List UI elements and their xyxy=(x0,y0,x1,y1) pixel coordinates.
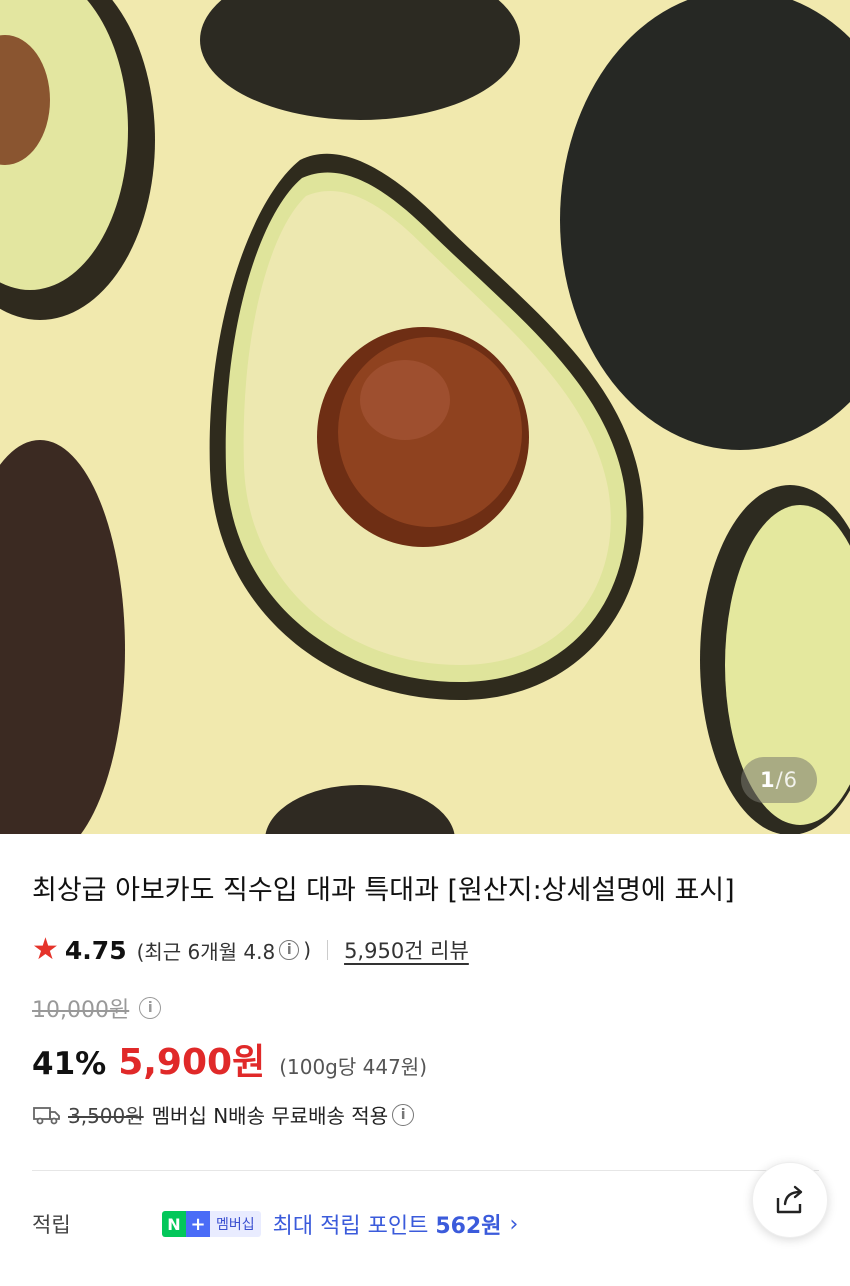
divider xyxy=(32,1170,819,1171)
image-page-indicator: 1 / 6 xyxy=(741,757,817,803)
rating-row: ★ 4.75 (최근 6개월 4.8 i ) 5,950건 리뷰 xyxy=(32,932,469,968)
recent-rating: (최근 6개월 4.8 i ) xyxy=(137,936,311,965)
product-title: 최상급 아보카도 직수입 대과 특대과 [원산지:상세설명에 표시] xyxy=(32,875,735,906)
sale-price: 5,900원 xyxy=(118,1042,266,1083)
total-image-count: 6 xyxy=(783,768,799,792)
star-icon: ★ xyxy=(32,932,59,967)
recent-rating-close: ) xyxy=(303,938,312,962)
badge-plus: + xyxy=(186,1211,210,1237)
info-icon[interactable]: i xyxy=(139,997,162,1019)
original-price: 10,000원 xyxy=(32,998,130,1023)
discount-rate: 41% xyxy=(32,1046,107,1082)
badge-n: N xyxy=(162,1211,186,1237)
info-icon[interactable]: i xyxy=(392,1103,415,1126)
chevron-right-icon[interactable]: › xyxy=(509,1212,518,1237)
review-count-link[interactable]: 5,950건 리뷰 xyxy=(344,935,469,965)
rating-value: 4.75 xyxy=(64,935,127,965)
points-text-prefix: 최대 적립 포인트 xyxy=(272,1214,436,1239)
shipping-text: 멤버십 N배송 무료배송 적용 xyxy=(151,1104,389,1128)
points-amount: 562원 xyxy=(435,1214,502,1239)
current-image-index: 1 xyxy=(759,768,776,792)
sale-price-row: 41% 5,900원 (100g당 447원) xyxy=(32,1033,427,1085)
points-label: 적립 xyxy=(32,1213,71,1237)
max-points-link[interactable]: 최대 적립 포인트 562원 xyxy=(273,1208,502,1240)
shipping-fee: 3,500원 xyxy=(68,1104,144,1128)
product-image-gallery[interactable]: 1 / 6 xyxy=(0,0,850,834)
badge-membership: 멤버십 xyxy=(210,1211,261,1237)
divider xyxy=(327,940,329,960)
info-icon[interactable]: i xyxy=(279,940,300,960)
recent-rating-text: (최근 6개월 4.8 xyxy=(136,939,276,964)
unit-price: (100g당 447원) xyxy=(279,1055,428,1079)
shipping-row: 3,500원 멤버십 N배송 무료배송 적용 i xyxy=(32,1100,418,1129)
avocado-image xyxy=(0,0,850,834)
naver-plus-membership-badge: N + 멤버십 xyxy=(162,1210,261,1238)
original-price-row: 10,000원 i xyxy=(32,992,165,1024)
truck-icon xyxy=(33,1106,60,1124)
points-row: 적립 N + 멤버십 최대 적립 포인트 562원 › xyxy=(32,1206,792,1242)
image-index-separator: / xyxy=(775,768,784,792)
